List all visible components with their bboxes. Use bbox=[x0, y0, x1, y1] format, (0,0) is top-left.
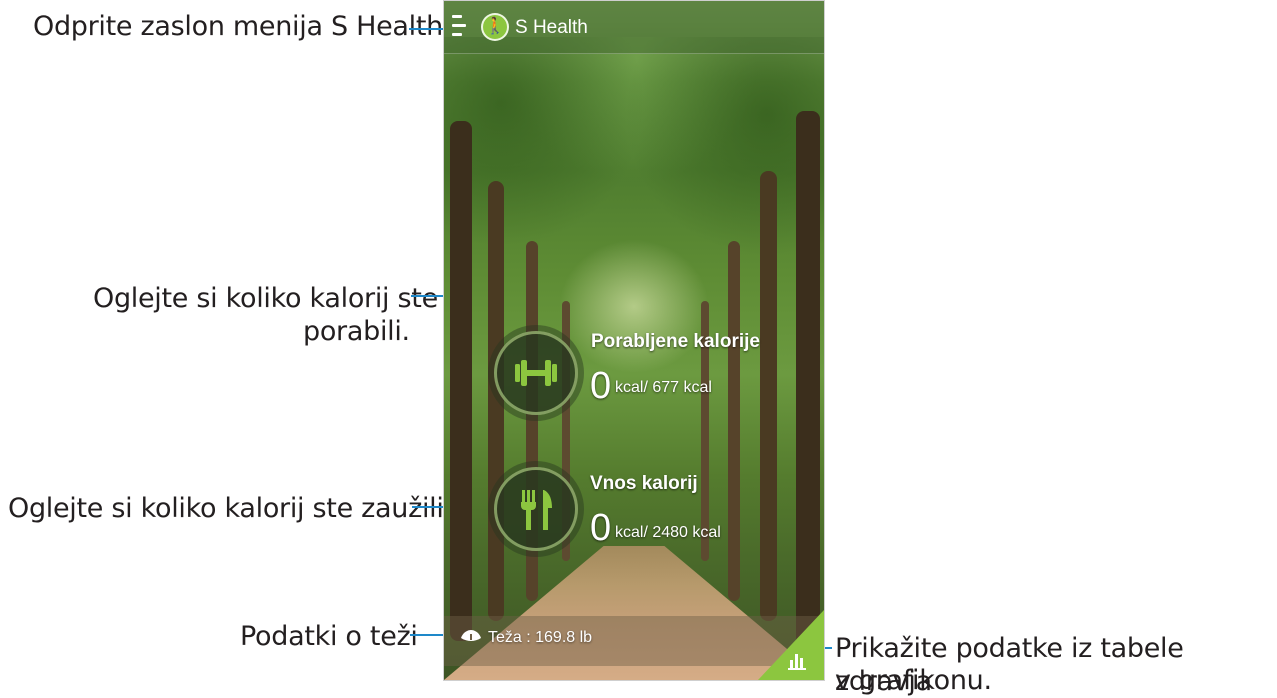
tree-trunk bbox=[760, 171, 777, 621]
callout-burned-line1: Oglejte si koliko kalorij ste bbox=[93, 283, 438, 314]
calorie-intake-value: 0 bbox=[590, 507, 612, 549]
callout-menu: Odprite zaslon menija S Health. bbox=[33, 11, 452, 42]
calories-burned-unit: kcal/ 677 kcal bbox=[615, 379, 712, 396]
tree-trunk bbox=[728, 241, 740, 601]
hamburger-menu-icon[interactable] bbox=[452, 15, 466, 37]
app-title: S Health bbox=[515, 17, 588, 38]
tree-trunk bbox=[450, 121, 472, 641]
callout-burned-line2: porabili. bbox=[303, 316, 410, 347]
calorie-intake-unit: kcal/ 2480 kcal bbox=[615, 524, 721, 541]
weight-data[interactable]: Teža : 169.8 lb bbox=[488, 629, 592, 647]
callout-weight: Podatki o teži bbox=[240, 621, 418, 652]
calories-burned-title: Porabljene kalorije bbox=[591, 331, 760, 352]
calories-burned-value: 0 bbox=[590, 365, 612, 407]
calorie-intake-title: Vnos kalorij bbox=[590, 473, 698, 494]
callout-intake: Oglejte si koliko kalorij ste zaužili. bbox=[8, 493, 452, 524]
fork-knife-icon bbox=[521, 490, 552, 530]
tree-trunk bbox=[488, 181, 504, 621]
calorie-intake-button[interactable] bbox=[494, 467, 578, 551]
scale-icon bbox=[461, 630, 481, 641]
calories-burned-button[interactable] bbox=[494, 331, 578, 415]
phone-screen: 🚶 S Health Porabljene kalorije 0 kcal/ 6… bbox=[443, 0, 825, 681]
bar-chart-icon bbox=[788, 654, 806, 670]
dumbbell-icon bbox=[515, 360, 557, 386]
tree-trunk bbox=[796, 111, 820, 651]
callout-chart-line2: v grafikonu. bbox=[835, 665, 992, 696]
walking-person-icon: 🚶 bbox=[481, 13, 509, 41]
